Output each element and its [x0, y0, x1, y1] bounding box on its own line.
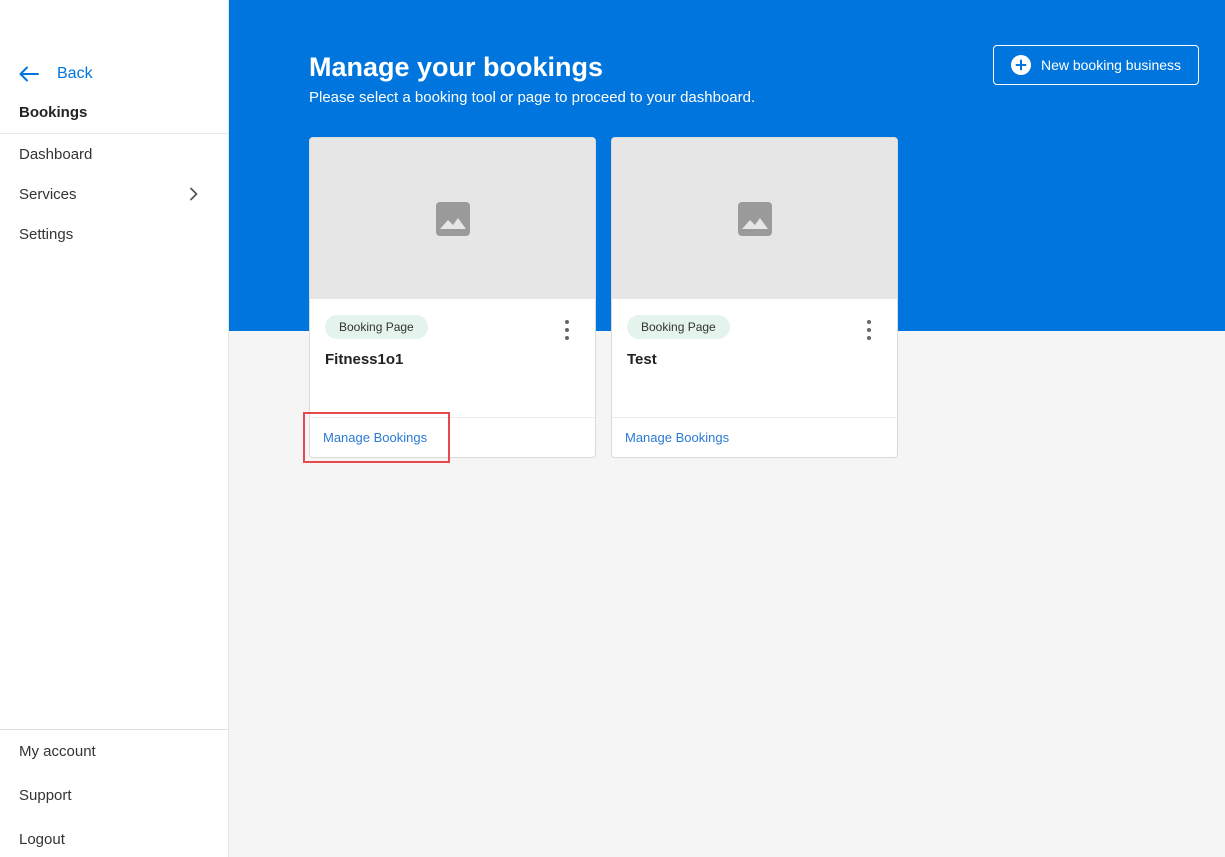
sidebar-divider: [0, 133, 229, 134]
card-divider: [310, 417, 595, 418]
sidebar-item-settings[interactable]: Settings: [19, 223, 199, 245]
sidebar: Back Bookings Dashboard Services Setting…: [0, 0, 229, 857]
booking-card[interactable]: Booking Page Test Manage Bookings: [611, 137, 898, 458]
arrow-left-icon: [19, 66, 39, 82]
card-type-badge: Booking Page: [627, 315, 730, 339]
card-divider: [612, 417, 897, 418]
back-label: Back: [57, 65, 93, 82]
card-thumbnail: [310, 138, 595, 299]
image-placeholder-icon: [737, 201, 772, 236]
kebab-menu-icon[interactable]: [861, 320, 877, 340]
card-thumbnail: [612, 138, 897, 299]
card-title: Test: [627, 351, 657, 368]
booking-card[interactable]: Booking Page Fitness1o1 Manage Bookings: [309, 137, 596, 458]
main-content: Manage your bookings Please select a boo…: [229, 0, 1225, 857]
back-link[interactable]: Back: [19, 62, 93, 86]
sidebar-item-label: Dashboard: [19, 145, 93, 163]
plus-circle-icon: [1010, 55, 1031, 75]
manage-bookings-link[interactable]: Manage Bookings: [625, 430, 729, 445]
sidebar-item-label: Settings: [19, 225, 74, 243]
kebab-menu-icon[interactable]: [559, 320, 575, 340]
logout-link[interactable]: Logout: [19, 831, 65, 848]
sidebar-section-title: Bookings: [19, 104, 88, 121]
sidebar-item-label: Services: [19, 185, 77, 203]
manage-bookings-link[interactable]: Manage Bookings: [323, 430, 427, 445]
page-title: Manage your bookings: [309, 52, 604, 82]
new-booking-business-label: New booking business: [1040, 57, 1182, 73]
card-type-badge: Booking Page: [325, 315, 428, 339]
my-account-link[interactable]: My account: [19, 743, 96, 760]
card-title: Fitness1o1: [325, 351, 404, 368]
chevron-right-icon: [190, 187, 198, 201]
new-booking-business-button[interactable]: New booking business: [993, 45, 1199, 85]
image-placeholder-icon: [435, 201, 470, 236]
support-link[interactable]: Support: [19, 787, 72, 804]
sidebar-item-dashboard[interactable]: Dashboard: [19, 143, 199, 165]
sidebar-item-services[interactable]: Services: [19, 183, 199, 205]
page-subtitle: Please select a booking tool or page to …: [309, 89, 756, 106]
sidebar-bottom-divider: [0, 729, 229, 730]
